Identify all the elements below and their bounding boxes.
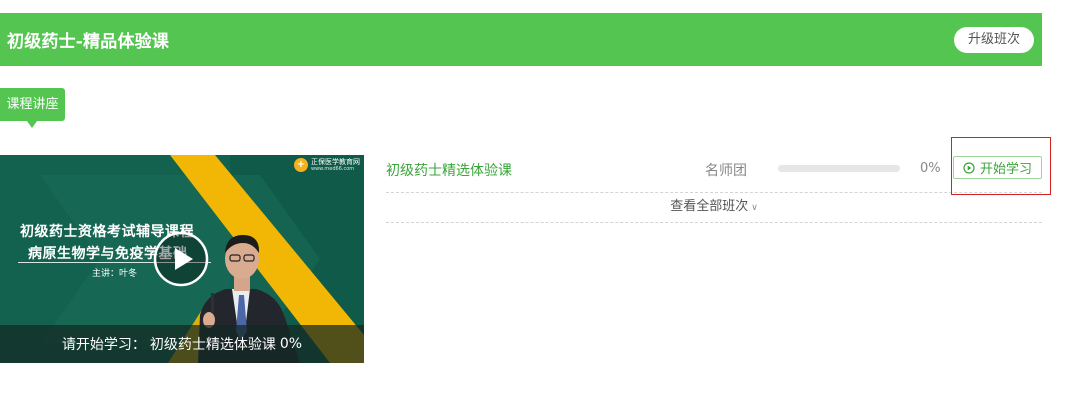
course-progress-percent: 0%: [920, 161, 941, 176]
start-learning-label: 开始学习: [979, 162, 1032, 177]
thumbnail-caption: 请开始学习： 初级药士精选体验课 0%: [0, 325, 364, 363]
caption-prefix: 请开始学习：: [61, 337, 146, 353]
page-title: 初级药士-精品体验课: [7, 32, 170, 52]
course-progress-bar: [778, 165, 900, 172]
course-video-thumbnail[interactable]: + 正保医学教育网 www.med66.com 初级药士资格考试辅导课程 病原生…: [0, 155, 364, 363]
brand-logo-url: www.med66.com: [311, 166, 355, 172]
caption-percent: 0%: [279, 336, 303, 352]
chevron-down-icon: ∨: [751, 203, 758, 213]
view-all-classes-link[interactable]: 查看全部班次 ∨: [670, 199, 758, 214]
brand-logo-icon: +: [294, 158, 308, 172]
thumbnail-lecturer: 主讲：叶冬: [92, 269, 138, 279]
section-tag-lectures: 课程讲座: [0, 88, 65, 128]
play-circle-icon: [963, 161, 975, 174]
start-learning-button[interactable]: 开始学习: [953, 156, 1042, 179]
upgrade-class-button[interactable]: 升级班次: [953, 26, 1034, 53]
course-teacher: 名师团: [705, 163, 747, 179]
brand-logo: + 正保医学教育网 www.med66.com: [294, 158, 360, 172]
course-row: 初级药士精选体验课 名师团 0% 开始学习: [386, 153, 1042, 193]
view-all-classes-label: 查看全部班次: [670, 199, 749, 214]
caption-course-name: 初级药士精选体验课: [149, 337, 276, 353]
course-header-bar: 初级药士-精品体验课 升级班次: [0, 13, 1042, 66]
play-icon[interactable]: [153, 231, 209, 287]
brand-logo-name: 正保医学教育网: [311, 158, 360, 166]
course-name-link[interactable]: 初级药士精选体验课: [386, 160, 512, 180]
view-all-classes: 查看全部班次 ∨: [386, 195, 1042, 223]
